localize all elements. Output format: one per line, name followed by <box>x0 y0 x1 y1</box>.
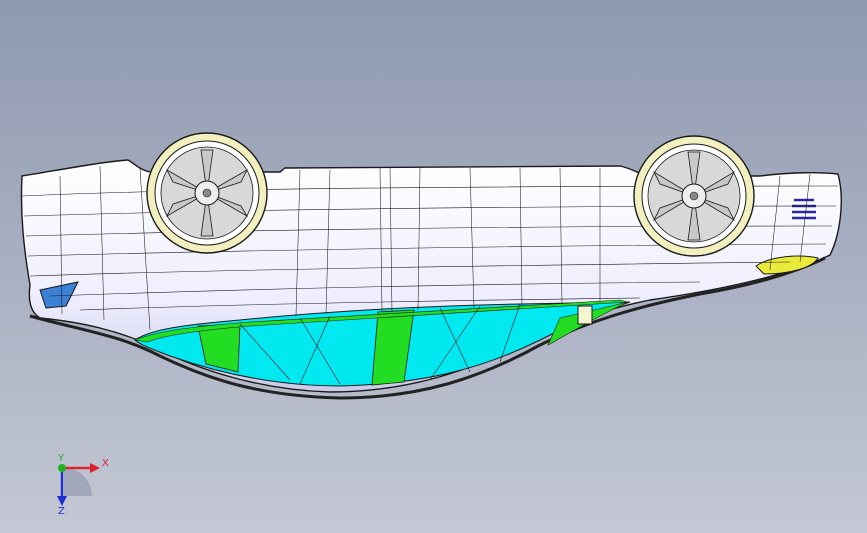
rear-wheel[interactable] <box>146 132 268 254</box>
triad-shadow <box>64 468 92 496</box>
front-wheel[interactable] <box>633 135 755 257</box>
z-axis-label: Z <box>58 506 65 516</box>
y-axis-dot <box>58 464 66 472</box>
car-model-wireframe[interactable] <box>0 0 867 533</box>
y-axis-label: Y <box>57 453 65 464</box>
z-arrow-head <box>57 496 67 506</box>
x-arrow-head <box>90 463 100 473</box>
x-axis-label: X <box>102 458 109 469</box>
sill-component <box>577 305 593 325</box>
cad-viewport[interactable]: X Y Z <box>0 0 867 533</box>
axis-triad: X Y Z <box>57 453 109 516</box>
